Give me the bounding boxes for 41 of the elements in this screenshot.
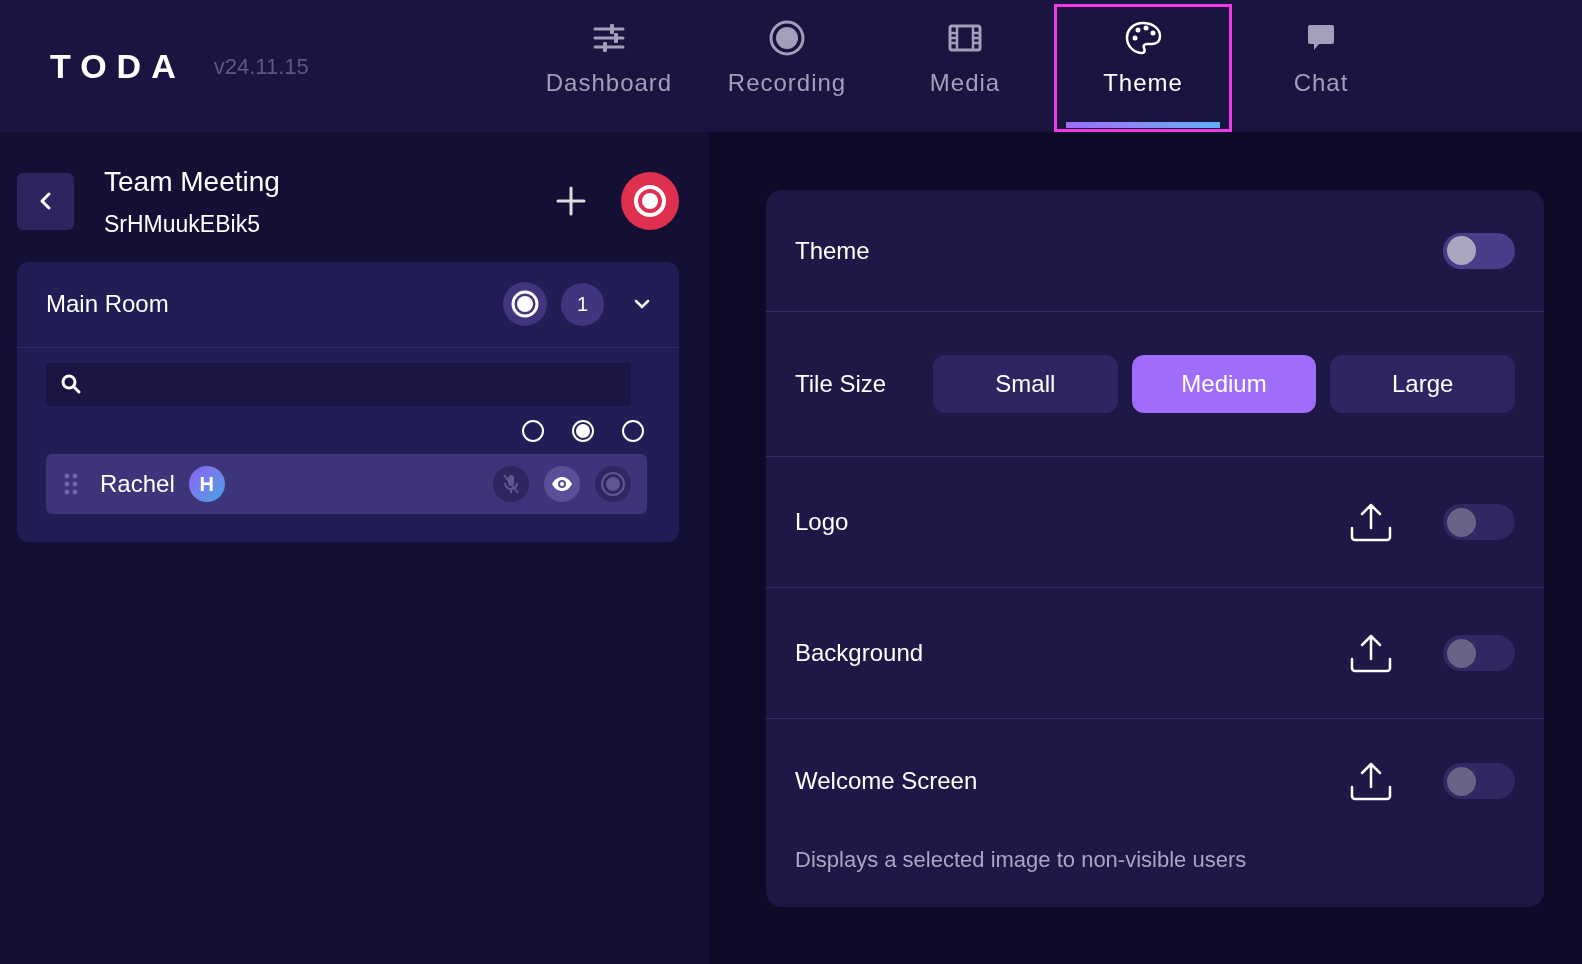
participant-name: Rachel — [100, 468, 175, 499]
palette-icon — [1124, 19, 1162, 57]
size-option[interactable]: Small — [933, 355, 1118, 413]
radio-button[interactable] — [572, 419, 594, 442]
record-icon — [633, 184, 667, 219]
nav-tab[interactable]: Dashboard — [520, 0, 698, 132]
nav-tab[interactable]: Media — [876, 0, 1054, 132]
setting-label: Background — [795, 638, 925, 668]
record-button[interactable] — [621, 172, 679, 231]
size-option[interactable]: Medium — [1131, 355, 1317, 413]
record-icon — [768, 19, 806, 57]
room-record-icon[interactable] — [503, 282, 547, 326]
participant-count: 1 — [561, 282, 604, 326]
room-name: Main Room — [46, 289, 170, 319]
drag-handle-icon[interactable] — [64, 472, 78, 495]
host-badge: H — [188, 465, 225, 502]
size-option[interactable]: Large — [1330, 355, 1515, 413]
meeting-title: Team Meeting — [104, 165, 281, 199]
radio-button[interactable] — [622, 419, 644, 442]
setting-description: Displays a selected image to non-visible users — [795, 846, 1248, 874]
back-button[interactable] — [17, 172, 74, 230]
chevron-down-icon[interactable] — [634, 298, 650, 310]
search-icon — [60, 373, 82, 395]
setting-label: Theme — [795, 235, 871, 266]
nav-tab[interactable]: Recording — [698, 0, 876, 132]
setting-label: Welcome Screen — [795, 766, 979, 796]
upload-icon[interactable] — [1350, 761, 1392, 801]
setting-label: Logo — [795, 507, 850, 537]
radio-button[interactable] — [522, 419, 544, 442]
version-label: v24.11.15 — [213, 52, 309, 81]
search-field[interactable] — [46, 362, 631, 406]
upload-icon[interactable] — [1350, 633, 1392, 673]
eye-icon[interactable] — [544, 465, 580, 502]
setting-label: Tile Size — [795, 369, 888, 399]
logo: TODA — [50, 49, 186, 83]
nav-tab[interactable]: Chat — [1232, 0, 1410, 132]
toggle-switch[interactable] — [1443, 232, 1515, 269]
participant-row[interactable]: Rachel H — [46, 453, 647, 514]
plus-icon — [556, 186, 586, 217]
upload-icon[interactable] — [1350, 502, 1392, 542]
meeting-code: SrHMuukEBik5 — [104, 210, 261, 239]
